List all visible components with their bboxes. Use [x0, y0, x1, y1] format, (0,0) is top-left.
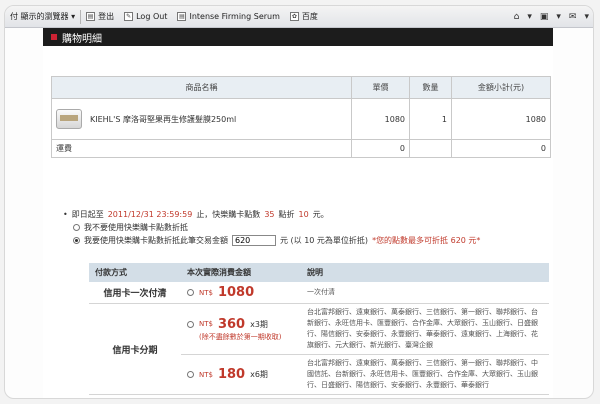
chevron-down-icon[interactable]: ▾ — [556, 12, 561, 22]
bookmark-serum[interactable]: ▤ Intense Firming Serum — [172, 6, 284, 28]
radio-full-payment[interactable] — [187, 289, 194, 296]
page-icon: ▤ — [177, 12, 187, 21]
product-name[interactable]: KIEHL'S 摩洛哥堅果再生修護髮膜250ml — [90, 114, 236, 125]
payment-header-row: 付款方式 本次實際消費金額 說明 — [89, 263, 549, 282]
currency-label: NT$ — [199, 370, 213, 379]
option-suffix: 元 (以 10 元為單位折抵) — [280, 236, 369, 245]
column-header-price: 單價 — [351, 76, 410, 99]
promo-text: 即日起至 — [71, 210, 104, 219]
product-subtotal: 1080 — [451, 98, 551, 140]
bookmark-logout-cn[interactable]: ▤ 登出 — [81, 6, 119, 28]
bookmark-label: Intense Firming Serum — [189, 12, 280, 21]
points-warning: *您的點數最多可折抵 620 元* — [372, 236, 481, 245]
payment-amount-cell: NT$ 1080 — [181, 282, 301, 304]
option-label: 我要使用快樂購卡點數折抵此筆交易金額 — [84, 236, 228, 245]
shipping-label: 運費 — [51, 139, 352, 158]
bullet-icon — [51, 34, 57, 40]
chevron-down-icon[interactable]: ▾ — [527, 12, 532, 22]
currency-label: NT$ — [199, 288, 213, 297]
feeds-icon[interactable]: ▣ — [540, 12, 549, 22]
favorites-menu[interactable]: 付 顯示的瀏覽器 ▾ — [5, 6, 80, 28]
points-section: • 即日起至 2011/12/31 23:59:59 止，快樂購卡點數 35 點… — [63, 208, 543, 247]
payment-table: 付款方式 本次實際消費金額 說明 信用卡一次付清 NT$ 1080 一次付清 信… — [89, 263, 549, 395]
checkout-page: 購物明細 商品名稱 單價 數量 金額小計(元) KIEHL'S 摩洛哥堅果再生修… — [43, 28, 553, 398]
table-row: 信用卡分期 NT$ 360 x3期 (除不盡餘數於第一期收取) 台北富邦銀行、遠… — [89, 303, 549, 395]
product-cell: KIEHL'S 摩洛哥堅果再生修護髮膜250ml — [51, 98, 352, 140]
payment-desc: 台北富邦銀行、遠東銀行、萬泰銀行、三信銀行、第一銀行、聯邦銀行、中國信託、台新銀… — [301, 354, 549, 395]
cart-table: 商品名稱 單價 數量 金額小計(元) KIEHL'S 摩洛哥堅果再生修護髮膜25… — [51, 76, 551, 158]
bookmark-label: 百度 — [301, 12, 318, 21]
table-row-shipping: 運費 0 0 — [51, 139, 551, 158]
promo-date: 2011/12/31 23:59:59 — [107, 210, 193, 219]
payment-amount: 180 — [217, 367, 246, 382]
points-amount-input[interactable] — [232, 235, 276, 246]
column-header-qty: 數量 — [409, 76, 452, 99]
favorites-label: 付 顯示的瀏覽器 ▾ — [10, 12, 76, 21]
promo-text: 元。 — [312, 210, 329, 219]
column-header-method: 付款方式 — [89, 263, 181, 282]
cart-header-row: 商品名稱 單價 數量 金額小計(元) — [51, 76, 551, 99]
promo-text: 止，快樂購卡點數 — [196, 210, 261, 219]
shipping-price: 0 — [351, 139, 410, 158]
payment-method: 信用卡分期 — [89, 303, 181, 395]
installment-note: (除不盡餘數於第一期收取) — [199, 332, 282, 341]
cart-title: 購物明細 — [62, 33, 102, 45]
bookmark-logout[interactable]: ✎ Log Out — [119, 6, 172, 28]
payment-desc: 一次付清 — [301, 282, 549, 304]
baidu-icon: ✿ — [289, 12, 299, 21]
radio-use-points[interactable] — [73, 237, 80, 244]
column-header-product: 商品名稱 — [51, 76, 352, 99]
cart-section-header: 購物明細 — [43, 28, 553, 46]
points-promo-line: • 即日起至 2011/12/31 23:59:59 止，快樂購卡點數 35 點… — [63, 208, 543, 221]
toolbar-right-icons: ⌂ ▾ ▣ ▾ ✉ ▾ — [514, 6, 589, 28]
option-no-points[interactable]: 我不要使用快樂購卡點數折抵 — [63, 221, 543, 234]
promo-text: 點折 — [278, 210, 295, 219]
promo-points: 35 — [264, 210, 275, 219]
table-row: KIEHL'S 摩洛哥堅果再生修護髮膜250ml 1080 1 1080 — [51, 98, 551, 140]
payment-amount-cell: NT$ 360 x3期 (除不盡餘數於第一期收取) — [181, 303, 301, 355]
browser-window: 付 顯示的瀏覽器 ▾ ▤ 登出 ✎ Log Out ▤ Intense Firm… — [4, 5, 594, 399]
column-header-subtotal: 金額小計(元) — [451, 76, 551, 99]
payment-amount: 360 — [217, 316, 246, 332]
table-row: 信用卡一次付清 NT$ 1080 一次付清 — [89, 282, 549, 304]
bookmark-label: Log Out — [136, 12, 168, 21]
bullet-icon: • — [63, 210, 68, 219]
radio-no-points[interactable] — [73, 224, 80, 231]
column-header-amount: 本次實際消費金額 — [181, 263, 301, 282]
shipping-qty — [409, 139, 452, 158]
installment-count: x3期 — [250, 319, 268, 329]
radio-installment-6[interactable] — [187, 371, 194, 378]
page-icon: ▤ — [86, 12, 96, 21]
payment-method: 信用卡一次付清 — [89, 282, 181, 304]
bookmark-label: 登出 — [98, 12, 115, 21]
favorites-toolbar: 付 顯示的瀏覽器 ▾ ▤ 登出 ✎ Log Out ▤ Intense Firm… — [5, 6, 593, 28]
installment-count: x6期 — [250, 370, 268, 379]
product-thumbnail[interactable] — [56, 109, 82, 129]
radio-installment-3[interactable] — [187, 320, 194, 328]
shipping-subtotal: 0 — [451, 139, 551, 158]
photo-frame: 付 顯示的瀏覽器 ▾ ▤ 登出 ✎ Log Out ▤ Intense Firm… — [0, 0, 600, 404]
column-header-desc: 說明 — [301, 263, 549, 282]
mail-icon[interactable]: ✉ — [569, 12, 577, 22]
chevron-down-icon[interactable]: ▾ — [584, 12, 589, 22]
home-icon[interactable]: ⌂ — [514, 12, 520, 22]
option-use-points[interactable]: 我要使用快樂購卡點數折抵此筆交易金額 元 (以 10 元為單位折抵) *您的點數… — [63, 234, 543, 247]
option-label: 我不要使用快樂購卡點數折抵 — [84, 223, 188, 232]
payment-amount-cell: NT$ 180 x6期 — [181, 354, 301, 395]
payment-desc: 台北富邦銀行、遠東銀行、萬泰銀行、三信銀行、第一銀行、聯邦銀行、台新銀行、永旺信… — [301, 303, 549, 355]
promo-amount: 10 — [298, 210, 309, 219]
product-qty: 1 — [409, 98, 452, 140]
product-price: 1080 — [351, 98, 410, 140]
bookmark-icon: ✎ — [124, 12, 134, 21]
payment-amount: 1080 — [217, 285, 255, 300]
bookmark-baidu[interactable]: ✿ 百度 — [285, 6, 323, 28]
currency-label: NT$ — [199, 320, 213, 328]
